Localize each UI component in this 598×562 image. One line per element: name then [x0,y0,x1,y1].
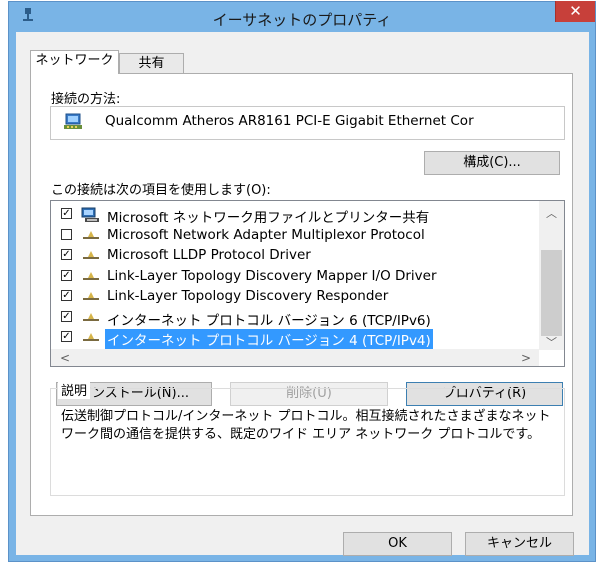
list-item[interactable]: ✓ Microsoft ネットワーク用ファイルとプリンター共有 [51,205,540,226]
list-item-label: Link-Layer Topology Discovery Mapper I/O… [107,268,437,284]
checkbox[interactable]: ✓ [61,208,72,219]
tab-sharing[interactable]: 共有 [119,53,184,75]
scroll-right-arrow[interactable]: > [519,351,533,365]
configure-button[interactable]: 構成(C)... [424,151,560,175]
close-button[interactable]: ✕ [555,1,595,22]
connection-method-label: 接続の方法: [51,92,121,107]
ok-button[interactable]: OK [343,532,452,556]
protocol-icon [81,248,101,262]
checkbox[interactable]: ✓ [61,331,72,342]
horizontal-scrollbar[interactable] [51,349,539,366]
list-item-selected[interactable]: ✓ インターネット プロトコル バージョン 4 (TCP/IPv4) [51,328,540,349]
scroll-down-arrow[interactable]: ﹀ [541,334,562,350]
list-item-label: Link-Layer Topology Discovery Responder [107,288,389,304]
checkbox[interactable]: ✓ [61,270,72,281]
checkbox[interactable]: ✓ [61,311,72,322]
adapter-name: Qualcomm Atheros AR8161 PCI-E Gigabit Et… [105,113,474,129]
window-title: イーサネットのプロパティ [212,11,392,29]
checkbox[interactable]: ✓ [61,290,72,301]
scroll-left-arrow[interactable]: < [58,351,72,365]
checkbox[interactable] [61,229,72,240]
description-text: 伝送制御プロトコル/インターネット プロトコル。相互接続されたさまざまなネットワ… [61,409,551,442]
list-item[interactable]: Microsoft Network Adapter Multiplexor Pr… [51,226,540,246]
network-adapter-icon [64,113,84,131]
list-item-label: インターネット プロトコル バージョン 6 (TCP/IPv6) [107,313,431,329]
list-item[interactable]: ✓ Link-Layer Topology Discovery Mapper I… [51,267,540,287]
components-list[interactable]: ✓ Microsoft ネットワーク用ファイルとプリンター共有 Microsof… [50,200,565,367]
protocol-icon [81,330,101,344]
checkbox[interactable]: ✓ [61,249,72,260]
list-item-label: Microsoft LLDP Protocol Driver [107,247,311,263]
list-item[interactable]: ✓ Microsoft LLDP Protocol Driver [51,246,540,266]
vertical-scroll-thumb[interactable] [541,250,562,336]
list-item-label: Microsoft ネットワーク用ファイルとプリンター共有 [107,210,430,226]
protocol-icon [81,310,101,324]
items-label: この接続は次の項目を使用します(O): [51,183,271,198]
protocol-icon [81,228,101,242]
list-item-label: Microsoft Network Adapter Multiplexor Pr… [107,227,425,243]
list-item-label: インターネット プロトコル バージョン 4 (TCP/IPv4) [105,329,433,349]
scroll-up-arrow[interactable]: ︿ [541,205,562,221]
protocol-icon [81,289,101,303]
list-item[interactable]: ✓ インターネット プロトコル バージョン 6 (TCP/IPv6) [51,308,540,329]
cancel-button[interactable]: キャンセル [465,532,574,556]
protocol-icon [81,269,101,283]
tab-network[interactable]: ネットワーク [30,50,119,74]
list-item[interactable]: ✓ Link-Layer Topology Discovery Responde… [51,287,540,307]
description-legend: 説明 [58,380,91,399]
network-client-icon [81,207,101,222]
